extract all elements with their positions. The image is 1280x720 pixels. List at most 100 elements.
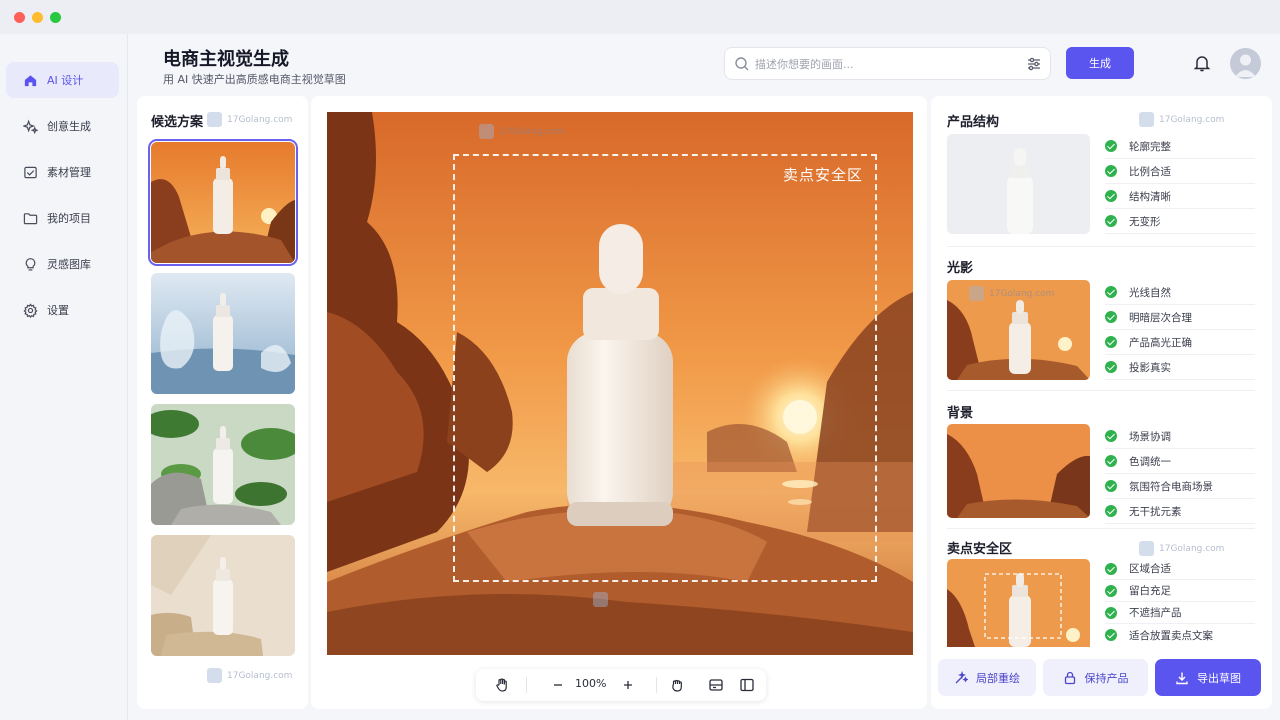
keep-product-button[interactable]: 保持产品	[1043, 659, 1148, 696]
zoom-level: 100%	[575, 677, 607, 690]
check-item: 色调统一	[1105, 449, 1255, 474]
export-draft-button[interactable]: 导出草图	[1155, 659, 1261, 696]
check-item-label: 适合放置卖点文案	[1129, 629, 1213, 642]
section-title-structure: 产品结构	[947, 115, 1000, 130]
check-icon	[1105, 606, 1117, 619]
check-item-label: 明暗层次合理	[1129, 311, 1192, 324]
prompt-search-box	[724, 47, 1051, 80]
home-icon	[22, 72, 38, 88]
check-item: 无变形	[1105, 209, 1255, 234]
check-icon	[1105, 361, 1117, 373]
image-folder-icon	[22, 164, 38, 180]
candidate-thumbnail-water[interactable]	[151, 273, 295, 394]
keep-product-label: 保持产品	[1084, 671, 1129, 685]
candidate-thumbnail-leaves[interactable]	[151, 404, 295, 525]
check-item-label: 结构清晰	[1129, 190, 1171, 203]
window-maximize-button[interactable]	[50, 12, 61, 23]
check-icon	[1105, 584, 1117, 597]
window-minimize-button[interactable]	[32, 12, 43, 23]
panel-icon[interactable]	[739, 677, 755, 693]
quality-check-panel: 17Golang.com 产品结构 轮廓完整 比例合适 结构清晰 无变形 光影	[931, 96, 1272, 709]
check-item: 结构清晰	[1105, 184, 1255, 209]
watermark: 17Golang.com	[969, 286, 1054, 301]
check-item-label: 场景协调	[1129, 430, 1171, 443]
check-item-label: 比例合适	[1129, 165, 1171, 178]
check-item: 投影真实	[1105, 355, 1255, 380]
canvas-toolbar: 100%	[476, 669, 766, 701]
sidebar-item-label: AI 设计	[47, 74, 84, 87]
sparkle-icon	[22, 118, 38, 134]
check-item: 比例合适	[1105, 159, 1255, 184]
background-preview-image	[947, 424, 1090, 518]
watermark-text: 17Golang.com	[1159, 114, 1225, 125]
candidates-title: 候选方案	[151, 115, 204, 130]
compare-icon[interactable]	[708, 677, 724, 693]
check-item: 适合放置卖点文案	[1105, 624, 1255, 646]
check-icon	[1105, 455, 1117, 467]
selling-point-safe-zone[interactable]: 卖点安全区	[453, 154, 877, 582]
generate-button[interactable]: 生成	[1066, 47, 1134, 79]
check-item: 产品高光正确	[1105, 330, 1255, 355]
check-item-label: 留白充足	[1129, 585, 1171, 597]
check-icon	[1105, 480, 1117, 492]
watermark-text: 17Golang.com	[989, 288, 1055, 299]
check-icon	[1105, 562, 1117, 575]
toolbar-divider	[526, 677, 527, 693]
sidebar-item-creative[interactable]: 创意生成	[6, 108, 119, 144]
candidate-thumbnail-stone[interactable]	[151, 535, 295, 656]
zoom-out-icon[interactable]	[550, 677, 566, 693]
main-preview-image[interactable]: 卖点安全区 17Golang.com	[327, 112, 913, 655]
candidate-thumbnail-sunset[interactable]	[148, 139, 298, 266]
background-check-list: 场景协调 色调统一 氛围符合电商场景 无干扰元素	[1105, 424, 1255, 524]
sidebar-item-label: 设置	[47, 304, 69, 317]
canvas-panel: 卖点安全区 17Golang.com 100%	[311, 96, 927, 709]
sidebar-item-inspiration[interactable]: 灵感图库	[6, 246, 119, 282]
hand-icon[interactable]	[494, 677, 510, 693]
lighting-preview-image: 17Golang.com	[947, 280, 1090, 380]
zoom-in-icon[interactable]	[620, 677, 636, 693]
check-item-label: 色调统一	[1129, 455, 1171, 468]
notification-bell-icon[interactable]	[1193, 54, 1211, 72]
toolbar-divider	[656, 677, 657, 693]
lock-icon	[1064, 671, 1075, 684]
check-item-label: 无变形	[1129, 215, 1161, 228]
structure-check-list: 轮廓完整 比例合适 结构清晰 无变形	[1105, 134, 1255, 234]
check-icon	[1105, 430, 1117, 442]
window-titlebar	[0, 0, 1280, 34]
check-icon	[1105, 311, 1117, 323]
lightbulb-icon	[22, 256, 38, 272]
watermark: 17Golang.com	[1139, 112, 1224, 127]
window-close-button[interactable]	[14, 12, 25, 23]
check-icon	[1105, 336, 1117, 348]
sidebar-item-settings[interactable]: 设置	[6, 292, 119, 328]
section-divider	[947, 528, 1255, 529]
partial-redraw-button[interactable]: 局部重绘	[938, 659, 1036, 696]
check-icon	[1105, 505, 1117, 517]
watermark-text: 17Golang.com	[499, 126, 565, 137]
sidebar-item-label: 创意生成	[47, 120, 91, 133]
watermark	[593, 592, 613, 607]
sidebar-item-assets[interactable]: 素材管理	[6, 154, 119, 190]
folder-icon	[22, 210, 38, 226]
watermark-text: 17Golang.com	[1159, 543, 1225, 554]
check-item: 氛围符合电商场景	[1105, 474, 1255, 499]
check-item-label: 投影真实	[1129, 361, 1171, 374]
check-item-label: 无干扰元素	[1129, 505, 1182, 518]
watermark: 17Golang.com	[207, 112, 292, 127]
app-root: AI 设计 创意生成 素材管理 我的项目 灵感图库 设置 电商主视觉生成 用 A…	[0, 34, 1280, 720]
sidebar-item-ai-design[interactable]: AI 设计	[6, 62, 119, 98]
check-item: 无干扰元素	[1105, 499, 1255, 524]
safe-zone-preview-image	[947, 559, 1090, 647]
filter-settings-icon[interactable]	[1026, 56, 1042, 72]
grab-icon[interactable]	[669, 677, 685, 693]
user-avatar[interactable]	[1230, 48, 1261, 79]
gear-icon	[22, 302, 38, 318]
sidebar-item-projects[interactable]: 我的项目	[6, 200, 119, 236]
check-icon	[1105, 140, 1117, 152]
watermark-text: 17Golang.com	[227, 670, 293, 681]
sidebar-item-label: 素材管理	[47, 166, 91, 179]
page-title: 电商主视觉生成	[163, 49, 289, 70]
check-item-label: 产品高光正确	[1129, 336, 1192, 349]
prompt-input[interactable]	[755, 54, 1015, 74]
section-title-lighting: 光影	[947, 261, 974, 276]
